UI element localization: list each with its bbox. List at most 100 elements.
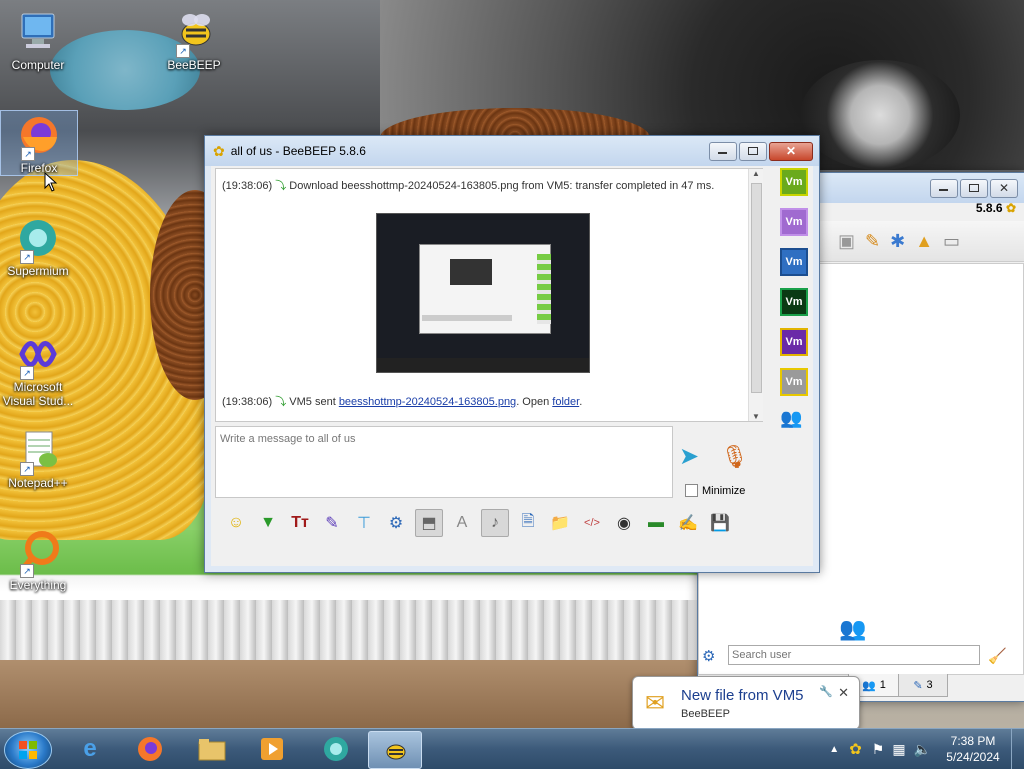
font-icon[interactable]: Tт — [287, 510, 313, 536]
scroll-down-icon[interactable]: ▼ — [749, 412, 763, 421]
beep-icon[interactable]: ♪ — [481, 509, 509, 537]
chat-message-area[interactable]: (19:38:06) ⤵ Download beesshottmp-202405… — [215, 168, 763, 422]
scroll-up-icon[interactable]: ▲ — [749, 169, 763, 178]
taskbar-media-player[interactable] — [246, 731, 298, 767]
screenshot-icon[interactable]: ◉ — [611, 510, 637, 536]
taskbar-firefox[interactable] — [124, 731, 176, 767]
desktop-icon-supermium[interactable]: ↗ Supermium — [0, 214, 76, 278]
chat-scrollbar[interactable]: ▲ ▼ — [748, 169, 763, 421]
taskbar-beebeep[interactable] — [368, 731, 422, 769]
text-color-icon[interactable]: ✎ — [319, 510, 345, 536]
volume-muted-icon[interactable]: 🔈 — [914, 741, 931, 758]
clock[interactable]: 7:38 PM 5/24/2024 — [935, 733, 1011, 765]
desktop-icon-label: Computer — [11, 58, 65, 72]
supermium-icon: ↗ — [14, 214, 62, 264]
chat-message-2: (19:38:06) ⤵ VM5 sent beesshottmp-202405… — [222, 393, 582, 409]
start-button[interactable] — [4, 731, 52, 769]
folder-icon — [198, 739, 226, 761]
chat-icon: ✎ — [913, 679, 923, 692]
maximize-button[interactable] — [960, 178, 988, 198]
font-size-icon[interactable]: A — [449, 510, 475, 536]
visual-studio-icon: ↗ — [14, 330, 62, 380]
desktop-icon-label: Everything — [9, 578, 67, 592]
close-notification-icon[interactable]: ✕ — [838, 685, 849, 701]
user-badge-vm2[interactable]: Vm — [780, 208, 808, 236]
send-file-icon[interactable]: 🗎 — [515, 510, 541, 536]
beebeep-tray-icon[interactable]: ✿ — [849, 740, 862, 758]
desktop-icon-label: Notepad++ — [8, 476, 68, 490]
scrollbar-thumb[interactable] — [751, 183, 762, 393]
minimize-button[interactable] — [930, 178, 958, 198]
preview-inner-image — [450, 259, 492, 285]
search-user-input[interactable] — [728, 645, 980, 665]
chat-window-titlebar[interactable]: ✿ all of us - BeeBEEP 5.8.6 ✕ — [205, 136, 819, 166]
show-desktop-button[interactable] — [1011, 729, 1024, 769]
compact-view-icon[interactable]: ⬒ — [415, 509, 443, 537]
chat-members-panel: Vm Vm Vm Vm Vm Vm 👥 — [773, 168, 811, 496]
chat-window[interactable]: ✿ all of us - BeeBEEP 5.8.6 ✕ (19:38:06)… — [204, 135, 820, 573]
minimize-button[interactable] — [709, 141, 737, 161]
filter-icon[interactable]: ⊤ — [351, 510, 377, 536]
user-badge-vm4[interactable]: Vm — [780, 288, 808, 316]
desktop-icon-notepadpp[interactable]: ↗ Notepad++ — [0, 426, 76, 490]
message-input[interactable]: Write a message to all of us — [215, 426, 673, 498]
image-preview[interactable] — [376, 213, 590, 373]
desktop-icon-computer[interactable]: Computer — [0, 8, 76, 72]
show-hidden-icons-icon[interactable]: ▲ — [829, 744, 839, 755]
minimize-checkbox[interactable]: Minimize — [685, 484, 745, 497]
envelope-icon: ✉ — [645, 690, 666, 717]
send-icon[interactable]: ➤ — [679, 443, 699, 470]
emoticon-icon[interactable]: ☺ — [223, 510, 249, 536]
taskbar-explorer[interactable] — [186, 731, 238, 767]
file-link[interactable]: beesshottmp-20240524-163805.png — [339, 396, 516, 408]
maximize-button[interactable] — [739, 141, 767, 161]
settings-icon[interactable]: ⚙ — [383, 510, 409, 536]
desktop-icon-beebeep[interactable]: ↗ BeeBEEP — [156, 8, 232, 72]
group-members-icon[interactable]: 👥 — [780, 408, 811, 429]
firefox-icon: ↗ — [15, 111, 63, 161]
taskbar-internet-explorer[interactable]: e — [64, 731, 116, 767]
close-button[interactable]: ✕ — [769, 141, 813, 161]
code-icon[interactable]: </> — [579, 510, 605, 536]
clear-search-icon[interactable]: 🧹 — [988, 647, 1007, 665]
close-button[interactable]: ✕ — [990, 178, 1018, 198]
preview-taskbar — [377, 358, 589, 372]
tab-groups[interactable]: ✎ 3 — [898, 674, 948, 697]
version-label: 5.8.6 ✿ — [975, 201, 1016, 215]
clear-icon[interactable]: ▭ — [943, 231, 960, 252]
save-icon[interactable]: 💾 — [707, 510, 733, 536]
send-folder-icon[interactable]: 📁 — [547, 510, 573, 536]
folder-link[interactable]: folder — [552, 396, 579, 408]
tools-icon[interactable]: ✱ — [890, 231, 905, 252]
notification-title: New file from VM5 — [681, 687, 804, 704]
message-time: (19:38:06) — [222, 396, 273, 408]
pin-icon[interactable]: 🔧 — [819, 685, 833, 698]
action-center-flag-icon[interactable]: ⚑ — [872, 741, 885, 758]
notification-balloon[interactable]: ✉ New file from VM5 BeeBEEP 🔧 ✕ — [632, 676, 860, 741]
note-icon[interactable]: ✍ — [675, 510, 701, 536]
user-badge-vm1[interactable]: Vm — [780, 168, 808, 196]
emoticon-menu-icon[interactable]: ▼ — [255, 510, 281, 536]
chat-window-body: (19:38:06) ⤵ Download beesshottmp-202405… — [211, 166, 813, 566]
edit-icon[interactable]: ✎ — [865, 231, 880, 252]
image-icon[interactable]: ▬ — [643, 510, 669, 536]
minimize-checkbox-box[interactable] — [685, 484, 698, 497]
desktop-icon-visual-studio[interactable]: ↗ Microsoft Visual Stud... — [0, 330, 76, 408]
user-badge-vm5[interactable]: Vm — [780, 328, 808, 356]
desktop-icon-everything[interactable]: ↗ Everything — [0, 528, 76, 592]
notification-subtitle: BeeBEEP — [681, 708, 730, 720]
network-icon[interactable]: ▦ — [892, 741, 905, 758]
microphone-icon[interactable]: 🎙 — [720, 444, 748, 469]
taskbar-supermium[interactable] — [310, 731, 362, 767]
desktop-icon-label: Supermium — [7, 264, 69, 278]
desktop-icon-firefox[interactable]: ↗ Firefox — [0, 110, 78, 176]
settings-gear-icon[interactable]: ⚙ — [702, 647, 724, 669]
taskbar: e ▲ ✿ ⚑ ▦ 🔈 7:38 PM 5/24/2024 — [0, 728, 1024, 769]
beebeep-icon — [386, 744, 406, 760]
user-badge-vm6[interactable]: Vm — [780, 368, 808, 396]
user-badge-vm3[interactable]: Vm — [780, 248, 808, 276]
shared-folder-icon[interactable]: ▲ — [915, 231, 933, 252]
save-chat-icon[interactable]: ▣ — [838, 231, 855, 252]
computer-icon — [14, 8, 62, 56]
windows-logo-icon — [19, 741, 37, 759]
